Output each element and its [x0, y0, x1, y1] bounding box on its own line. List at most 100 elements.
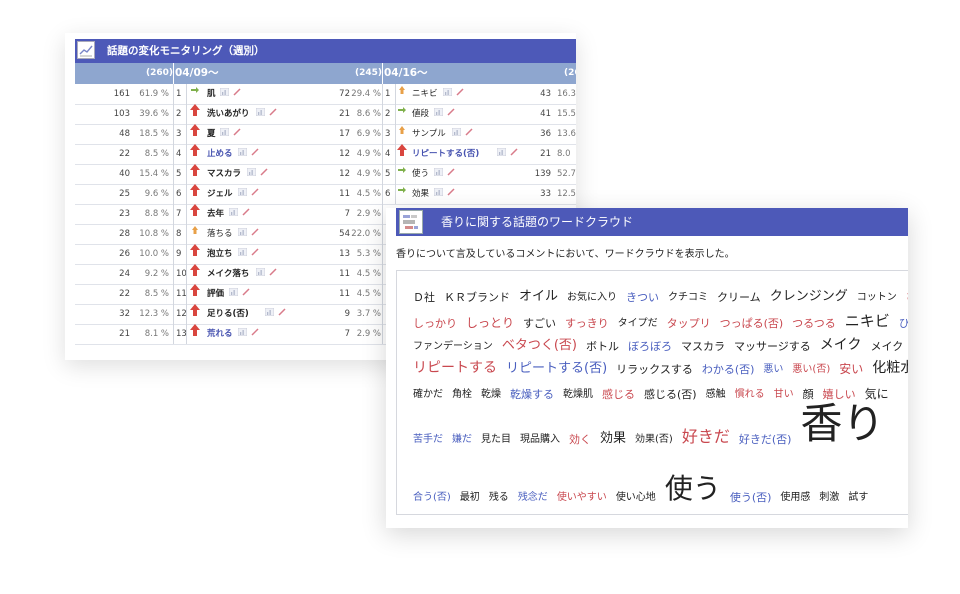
edit-pencil-icon[interactable] [447, 104, 455, 116]
cloud-word[interactable]: ボトル [586, 341, 619, 352]
cloud-word[interactable]: 最初 [460, 493, 480, 503]
cloud-word[interactable]: 乾燥する [510, 389, 554, 400]
cloud-word[interactable]: 試す [848, 493, 868, 503]
mini-chart-icon[interactable] [228, 284, 239, 297]
mini-chart-icon[interactable] [496, 144, 507, 157]
mini-chart-icon[interactable] [219, 84, 230, 97]
edit-pencil-icon[interactable] [260, 164, 268, 176]
cloud-word[interactable]: 慣れる [735, 390, 765, 400]
cloud-word[interactable]: リラックスする [616, 364, 693, 375]
cloud-word[interactable]: 角栓 [452, 390, 472, 400]
cloud-word[interactable]: 効果 [600, 432, 626, 445]
cloud-word[interactable]: 悪い(否) [792, 365, 830, 375]
mini-chart-icon[interactable] [433, 104, 444, 117]
edit-pencil-icon[interactable] [251, 224, 259, 236]
topic-word-a[interactable]: 止める [207, 144, 233, 164]
topic-word-b[interactable]: リピートする(否) [412, 144, 479, 164]
cloud-word[interactable]: 感じる [602, 389, 635, 400]
topic-word-a[interactable]: 洗いあがり [207, 104, 250, 124]
cloud-word[interactable]: しっとり [466, 317, 514, 329]
cloud-word[interactable]: 効く [569, 434, 591, 445]
mini-chart-icon[interactable] [264, 304, 275, 317]
cloud-word[interactable]: タイプだ [618, 319, 658, 329]
cloud-word[interactable]: ぼろぼろ [628, 341, 672, 352]
mini-chart-icon[interactable] [433, 184, 444, 197]
cloud-word[interactable]: ひ [899, 318, 908, 329]
mini-chart-icon[interactable] [237, 244, 248, 257]
cloud-word[interactable]: マッサージする [734, 341, 811, 352]
cloud-word[interactable]: クレンジング [770, 290, 848, 303]
cloud-word[interactable]: 現品購入 [520, 435, 560, 445]
cloud-word[interactable]: 使いやすい [557, 493, 607, 503]
mini-chart-icon[interactable] [255, 104, 266, 117]
cloud-word[interactable]: オイル [519, 290, 558, 303]
cloud-word[interactable]: 苦手だ [413, 435, 443, 445]
cloud-word[interactable]: 好きだ(否) [739, 434, 792, 445]
cloud-word[interactable]: タップリ [667, 318, 711, 329]
cloud-word[interactable]: 安い [839, 363, 863, 375]
edit-pencil-icon[interactable] [251, 184, 259, 196]
cloud-word[interactable]: お気に入り [567, 293, 617, 303]
cloud-word[interactable]: 好きだ [682, 429, 730, 445]
edit-pencil-icon[interactable] [251, 244, 259, 256]
cloud-word[interactable]: ベタつく(否) [502, 339, 577, 352]
cloud-word[interactable]: 使う [665, 475, 721, 503]
topic-word-a[interactable]: ジェル [207, 184, 233, 204]
topic-word-a[interactable]: 落ちる [207, 224, 233, 244]
cloud-word[interactable]: 使用感 [780, 493, 810, 503]
cloud-word[interactable]: クチコミ [668, 293, 708, 303]
cloud-word[interactable]: 使う(否) [730, 492, 772, 503]
cloud-word[interactable]: ファンデーション [413, 342, 493, 352]
cloud-word[interactable]: 使い心地 [616, 493, 656, 503]
mini-chart-icon[interactable] [442, 84, 453, 97]
topic-word-b[interactable]: 値段 [412, 104, 429, 124]
edit-pencil-icon[interactable] [269, 104, 277, 116]
cloud-word[interactable]: 合う(否) [413, 493, 451, 503]
mini-chart-icon[interactable] [237, 224, 248, 237]
cloud-word[interactable]: 嫌だ [452, 435, 472, 445]
mini-chart-icon[interactable] [228, 204, 239, 217]
cloud-word[interactable]: 効果(否) [635, 435, 673, 445]
cloud-word[interactable]: 甘い [774, 390, 794, 400]
cloud-word[interactable]: 悪い [763, 365, 783, 375]
cloud-word[interactable]: クリーム [717, 292, 761, 303]
cloud-word[interactable]: メイク [870, 341, 903, 352]
cloud-word[interactable]: きつい [626, 292, 659, 303]
mini-chart-icon[interactable] [246, 164, 257, 177]
cloud-word[interactable]: リピートする [413, 361, 497, 375]
topic-word-a[interactable]: 泡立ち [207, 244, 233, 264]
topic-word-a[interactable]: マスカラ [207, 164, 241, 184]
topic-word-b[interactable]: サンプル [412, 124, 446, 144]
cloud-word[interactable]: 残念だ [518, 493, 548, 503]
topic-word-a[interactable]: 肌 [207, 84, 216, 104]
topic-word-b[interactable]: 使う [412, 164, 429, 184]
cloud-word[interactable]: 確かだ [413, 390, 443, 400]
cloud-word[interactable]: Ｄ社 [413, 292, 435, 303]
topic-word-a[interactable]: 足りる(否) [207, 304, 249, 324]
edit-pencil-icon[interactable] [251, 324, 259, 336]
mini-chart-icon[interactable] [255, 264, 266, 277]
cloud-word[interactable]: すごい [523, 318, 556, 329]
cloud-word[interactable]: 乾燥 [481, 390, 501, 400]
edit-pencil-icon[interactable] [447, 184, 455, 196]
cloud-word[interactable]: さ [906, 293, 908, 303]
topic-word-a[interactable]: 夏 [207, 124, 216, 144]
topic-word-b[interactable]: ニキビ [412, 84, 438, 104]
topic-word-a[interactable]: メイク落ち [207, 264, 249, 284]
mini-chart-icon[interactable] [237, 144, 248, 157]
cloud-word[interactable]: 刺激 [819, 493, 839, 503]
cloud-word[interactable]: すっきり [565, 318, 609, 329]
cloud-word[interactable]: つるつる [792, 318, 836, 329]
topic-word-b[interactable]: 効果 [412, 184, 429, 204]
cloud-word[interactable]: 残る [489, 493, 509, 503]
edit-pencil-icon[interactable] [269, 264, 277, 276]
cloud-word[interactable]: 感じる(否) [644, 389, 697, 400]
cloud-word[interactable]: リピートする(否) [506, 362, 607, 375]
topic-word-a[interactable]: 評価 [207, 284, 224, 304]
cloud-word[interactable]: 香り [800, 403, 884, 445]
edit-pencil-icon[interactable] [233, 84, 241, 96]
cloud-word[interactable]: コットン [857, 293, 897, 303]
mini-chart-icon[interactable] [237, 324, 248, 337]
edit-pencil-icon[interactable] [242, 204, 250, 216]
cloud-word[interactable]: 化粧水 [872, 361, 908, 375]
